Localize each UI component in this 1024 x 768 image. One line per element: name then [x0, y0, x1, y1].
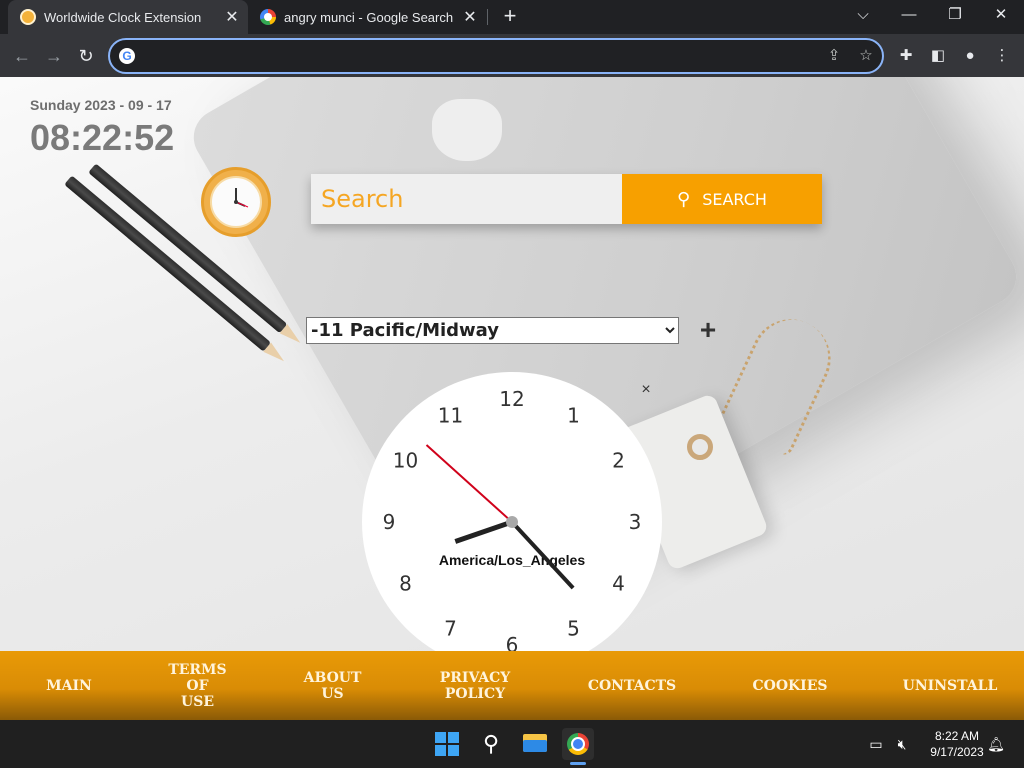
footer-link-cookies[interactable]: COOKIES: [740, 678, 840, 694]
back-arrow-icon[interactable]: ←: [8, 42, 36, 70]
clock-number: 3: [629, 510, 642, 534]
active-app-indicator: [570, 762, 586, 765]
footer-link-text: COOKIES: [752, 678, 828, 694]
windows-start-icon[interactable]: [431, 728, 463, 760]
footer-link-text: PRIVACY: [439, 670, 511, 686]
clock-timezone-label: America/Los_Angeles: [439, 552, 585, 568]
close-window-button[interactable]: ✕: [978, 0, 1024, 34]
timezone-select[interactable]: -11 Pacific/Midway: [306, 317, 679, 344]
google-g-icon: G: [119, 48, 135, 64]
tab-close-icon[interactable]: ✕: [462, 7, 478, 27]
chrome-taskbar-icon[interactable]: [562, 728, 594, 760]
reload-icon[interactable]: ↻: [72, 42, 100, 70]
new-tab-button[interactable]: +: [498, 5, 522, 29]
footer-link-text: US: [321, 686, 344, 702]
footer-link-text: USE: [181, 694, 214, 710]
tab-google-search[interactable]: angry munci - Google Search ✕: [250, 0, 486, 34]
tag-hole: [687, 434, 713, 460]
extension-page: Sunday 2023 - 09 - 17 08:22:52 ⚲ SEARCH …: [0, 77, 1024, 651]
forward-arrow-icon[interactable]: →: [40, 42, 68, 70]
chrome-logo-icon: [567, 733, 589, 755]
footer-link-privacy-policy[interactable]: PRIVACY POLICY: [420, 670, 530, 702]
side-panel-icon[interactable]: ◧: [926, 44, 950, 68]
analog-clock-face: 121234567891011 America/Los_Angeles: [383, 387, 642, 651]
volume-muted-icon[interactable]: 🔇︎: [892, 734, 912, 754]
profile-avatar-icon[interactable]: ●: [958, 44, 982, 68]
tab-title: Worldwide Clock Extension: [44, 9, 202, 25]
footer-link-text: POLICY: [444, 686, 506, 702]
clock-number: 9: [383, 510, 396, 534]
clock-number: 11: [438, 404, 463, 428]
windows-taskbar: ⚲ ▭ 🔇︎ 8:22 AM 9/17/2023 🔔︎: [0, 720, 1024, 768]
browser-toolbar: ← → ↻ G ⇪ ☆ ✚ ◧ ● ⋮: [0, 34, 1024, 77]
clock-logo-hands: [234, 188, 249, 208]
clock-number: 2: [612, 449, 625, 473]
analog-clock: 12 1 2 3 4 5 6 7 8 9 10 11 America/Los_Angeles: [362, 372, 662, 651]
hour-hand: [454, 519, 513, 544]
footer-link-text: ABOUT: [303, 670, 362, 686]
minimize-button[interactable]: —: [886, 0, 932, 34]
share-icon[interactable]: ⇪: [824, 46, 844, 66]
footer-link-main[interactable]: MAIN: [30, 678, 108, 694]
current-time: 08:22:52: [30, 117, 175, 158]
system-date: 9/17/2023: [930, 745, 984, 759]
search-box: ⚲ SEARCH: [311, 174, 822, 224]
clock-number: 4: [612, 572, 625, 596]
restore-button[interactable]: ❐: [932, 0, 978, 34]
file-explorer-icon[interactable]: [519, 728, 551, 760]
clock-number: 1: [567, 404, 580, 428]
footer-link-text: MAIN: [46, 678, 92, 694]
tab-close-icon[interactable]: ✕: [224, 7, 240, 27]
apple-logo-icon: [432, 99, 502, 161]
footer-link-about-us[interactable]: ABOUT US: [290, 670, 375, 702]
clock-number: 5: [567, 617, 580, 641]
footer-link-text: OF: [186, 678, 209, 694]
system-clock[interactable]: 8:22 AM 9/17/2023: [918, 728, 996, 760]
tab-worldwide-clock[interactable]: Worldwide Clock Extension ✕: [8, 0, 248, 34]
footer-link-text: CONTACTS: [587, 678, 677, 694]
tab-separator: [487, 9, 488, 25]
tab-search-chevron-icon[interactable]: ⌵: [840, 0, 886, 34]
footer-link-text: TERMS: [168, 662, 227, 678]
more-menu-icon[interactable]: ⋮: [990, 44, 1014, 68]
clock-number: 10: [393, 449, 418, 473]
magnifier-icon: ⚲: [677, 188, 691, 210]
clock-number: 12: [499, 387, 524, 411]
current-date: Sunday 2023 - 09 - 17: [30, 97, 172, 113]
clock-logo-icon: [201, 167, 271, 237]
footer-link-terms-of-use[interactable]: TERMS OF USE: [150, 662, 245, 710]
address-bar[interactable]: G ⇪ ☆: [108, 38, 884, 74]
search-button-label: SEARCH: [702, 189, 767, 209]
tab-title: angry munci - Google Search: [284, 9, 454, 25]
footer-link-uninstall[interactable]: UNINSTALL: [890, 678, 1010, 694]
network-icon[interactable]: ▭: [866, 734, 886, 754]
tab-strip: Worldwide Clock Extension ✕ angry munci …: [0, 0, 1024, 34]
second-hand: [425, 444, 513, 523]
google-favicon-icon: [260, 9, 276, 25]
footer-nav: MAIN TERMS OF USE ABOUT US PRIVACY POLICY CONTAC…: [0, 651, 1024, 720]
address-input[interactable]: [142, 45, 802, 67]
system-time: 8:22 AM: [934, 729, 980, 743]
bookmark-star-icon[interactable]: ☆: [856, 46, 876, 66]
search-icon[interactable]: ⚲: [475, 728, 507, 760]
footer-link-contacts[interactable]: CONTACTS: [576, 678, 688, 694]
notification-bell-icon[interactable]: 🔔︎: [986, 734, 1006, 754]
clock-number: 8: [399, 572, 412, 596]
clock-favicon-icon: [20, 9, 36, 25]
clock-center-pin: [506, 516, 518, 528]
clock-number: 6: [506, 633, 519, 651]
search-input[interactable]: [311, 174, 622, 224]
search-button[interactable]: ⚲ SEARCH: [622, 174, 822, 224]
extensions-puzzle-icon[interactable]: ✚: [894, 44, 918, 68]
clock-logo-face: [210, 176, 262, 228]
add-clock-button[interactable]: +: [696, 316, 720, 344]
clock-number: 7: [444, 617, 457, 641]
footer-link-text: UNINSTALL: [902, 678, 998, 694]
